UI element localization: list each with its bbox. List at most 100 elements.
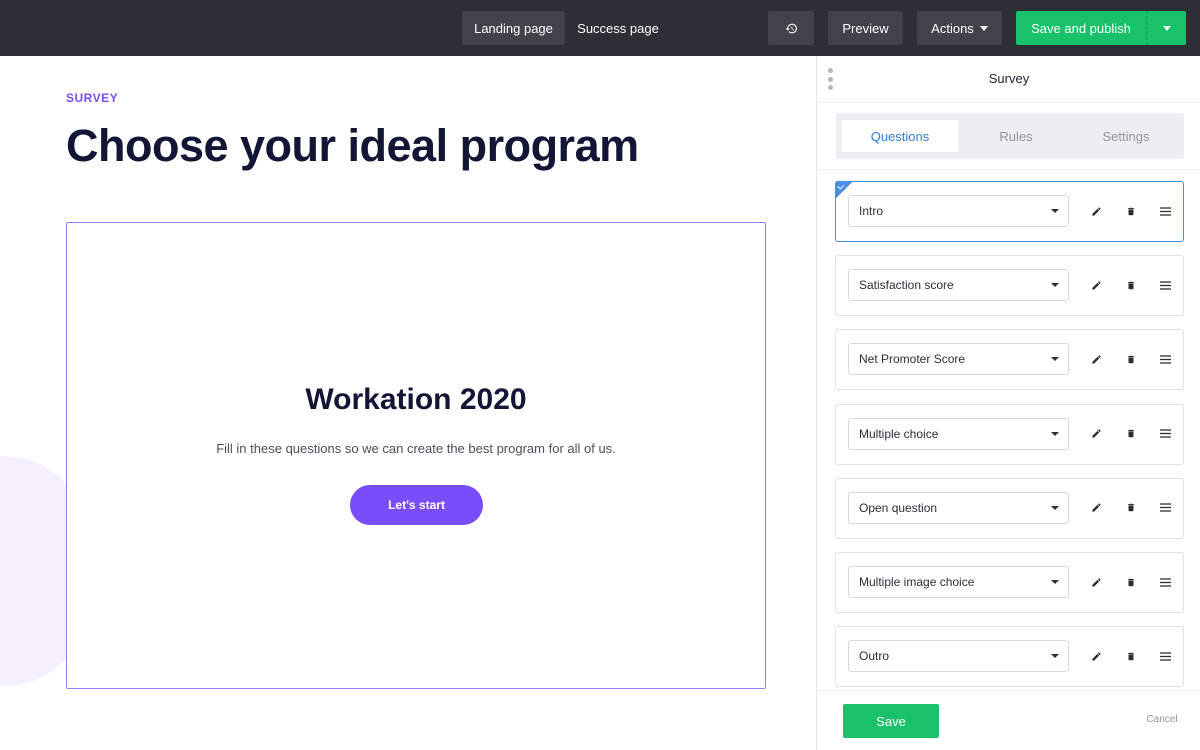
chevron-down-icon [1051,283,1059,288]
history-icon [785,23,797,33]
drag-handle[interactable] [1155,572,1175,592]
pencil-icon [1091,652,1101,661]
drag-handle-icon [1159,281,1171,290]
drag-handle[interactable] [1155,424,1175,444]
trash-icon [1128,355,1134,364]
question-type-select[interactable]: Multiple choice [848,417,1069,450]
question-row[interactable]: Satisfaction score [835,255,1184,317]
edit-question-button[interactable] [1086,275,1106,295]
tab-settings[interactable]: Settings [1074,120,1178,152]
question-row[interactable]: Net Promoter Score [835,329,1184,391]
survey-title: Workation 2020 [305,383,527,416]
cancel-button[interactable]: Cancel [1137,714,1187,725]
delete-question-button[interactable] [1121,424,1141,444]
trash-icon [1128,207,1134,215]
question-type-select[interactable]: Open question [848,491,1069,524]
chevron-down-icon [1051,580,1059,584]
chevron-down-icon [1051,505,1059,510]
question-row[interactable]: Multiple choice [835,403,1184,465]
divider [817,690,1200,691]
delete-question-button[interactable] [1121,275,1141,295]
chevron-down-icon [1051,357,1059,362]
chevron-down-icon [979,25,988,31]
drag-handle-icon [1159,429,1171,438]
question-row[interactable]: Multiple image choice [835,552,1184,613]
divider [817,169,1200,170]
question-type-value: Intro [859,204,884,218]
preview-button[interactable]: Preview [828,11,903,45]
chevron-down-icon [1051,654,1059,659]
save-button[interactable]: Save [843,704,939,738]
drag-handle-icon [1159,355,1171,364]
edit-question-button[interactable] [1086,498,1106,518]
edit-question-button[interactable] [1086,201,1106,221]
page-title: Choose your ideal program [66,120,639,171]
top-toolbar: Landing page Success page Preview Action… [0,0,1200,56]
trash-icon [1128,504,1134,512]
actions-label: Actions [931,20,974,36]
question-row[interactable]: Outro [835,626,1184,688]
question-row[interactable]: Intro [835,181,1184,242]
edit-question-button[interactable] [1086,349,1106,369]
edit-question-button[interactable] [1086,572,1106,592]
actions-dropdown[interactable]: Actions [917,11,1002,45]
survey-settings-panel: Survey Questions Rules Settings Intro Sa… [816,56,1200,750]
pencil-icon [1091,206,1101,216]
success-page-tab[interactable]: Success page [568,11,668,45]
trash-icon [1128,578,1134,586]
delete-question-button[interactable] [1121,349,1141,369]
question-row[interactable]: Open question [835,477,1184,539]
page-canvas: SURVEY Choose your ideal program Workati… [0,56,816,750]
question-type-value: Satisfaction score [859,278,954,293]
drag-handle-icon [1159,577,1171,587]
publish-options-button[interactable] [1146,11,1186,45]
survey-subtitle: Fill in these questions so we can create… [216,441,616,456]
delete-question-button[interactable] [1121,498,1141,518]
divider [817,102,1200,103]
panel-tabs: Questions Rules Settings [836,113,1184,159]
question-type-select[interactable]: Multiple image choice [848,566,1069,598]
question-type-value: Multiple choice [859,426,939,441]
trash-icon [1128,652,1134,660]
tab-rules[interactable]: Rules [958,120,1074,152]
trash-icon [1128,429,1134,438]
pencil-icon [1091,355,1101,364]
drag-handle[interactable] [1155,498,1175,518]
chevron-down-icon [1051,209,1059,213]
trash-icon [1128,281,1134,289]
delete-question-button[interactable] [1121,572,1141,592]
edit-question-button[interactable] [1086,646,1106,666]
tab-questions[interactable]: Questions [842,120,958,152]
drag-handle-icon [1159,652,1171,661]
question-type-value: Outro [859,649,890,664]
edit-question-button[interactable] [1086,424,1106,444]
drag-handle[interactable] [1155,646,1175,666]
question-type-value: Multiple image choice [859,575,975,589]
drag-handle[interactable] [1155,275,1175,295]
landing-page-tab[interactable]: Landing page [462,11,565,45]
pencil-icon [1091,577,1101,587]
pencil-icon [1091,503,1101,512]
pencil-icon [1091,281,1101,290]
chevron-down-icon [1162,25,1171,31]
question-type-value: Open question [859,500,938,515]
check-icon [835,181,853,199]
drag-handle-icon [1159,206,1171,216]
question-type-select[interactable]: Satisfaction score [848,269,1069,302]
history-button[interactable] [768,11,814,45]
panel-title: Survey [988,71,1030,86]
delete-question-button[interactable] [1121,201,1141,221]
question-type-select[interactable]: Intro [848,195,1069,227]
delete-question-button[interactable] [1121,646,1141,666]
save-and-publish-button[interactable]: Save and publish [1016,11,1146,45]
pencil-icon [1091,429,1101,438]
survey-card[interactable]: Workation 2020 Fill in these questions s… [66,222,766,689]
chevron-down-icon [1051,431,1059,436]
question-type-select[interactable]: Net Promoter Score [848,343,1069,376]
lets-start-button[interactable]: Let's start [350,485,483,525]
drag-handle[interactable] [1155,201,1175,221]
question-type-value: Net Promoter Score [859,352,966,367]
eyebrow-label: SURVEY [66,91,119,105]
question-type-select[interactable]: Outro [848,640,1069,673]
drag-handle[interactable] [1155,349,1175,369]
